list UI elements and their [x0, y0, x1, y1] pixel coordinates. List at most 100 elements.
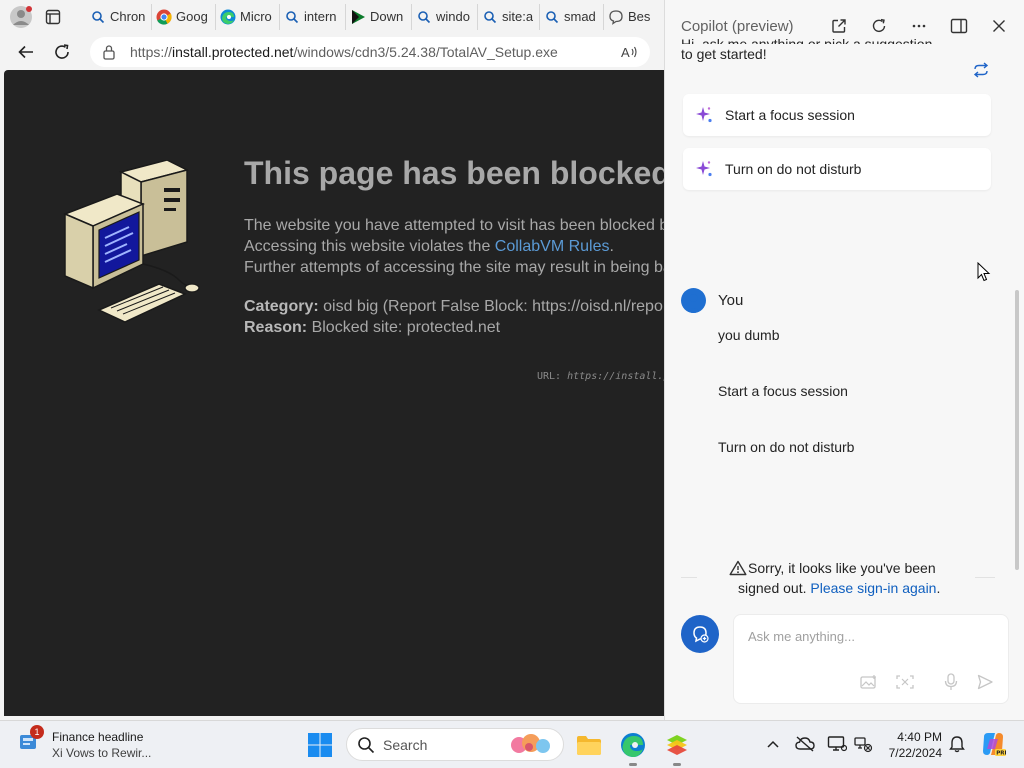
new-topic-button[interactable]	[681, 615, 719, 653]
start-button[interactable]	[307, 732, 333, 758]
browser-tab[interactable]: Down	[346, 3, 412, 30]
copilot-sidebar: Copilot (preview) Hi, ask me anything or…	[664, 0, 1024, 720]
read-aloud-icon[interactable]: A	[620, 44, 638, 60]
message-line: Further attempts of accessing the site m…	[244, 259, 664, 276]
chat-icon	[608, 9, 624, 25]
browser-tab[interactable]: smad	[540, 3, 604, 30]
screenshot-button[interactable]	[894, 671, 916, 693]
browser-tab[interactable]: windo	[412, 3, 478, 30]
chat-scrollbar[interactable]	[1015, 290, 1019, 570]
clock-date: 7/22/2024	[888, 746, 942, 760]
monitor-icon	[827, 736, 847, 752]
browser-tab[interactable]: Chron	[86, 3, 152, 30]
refresh-suggestions-button[interactable]	[969, 58, 993, 82]
tab-label: intern	[304, 9, 337, 24]
browser-tab[interactable]: Micro	[216, 3, 280, 30]
blocked-url: URL: https://install.p	[537, 371, 664, 382]
image-icon	[860, 675, 876, 689]
avatar	[681, 288, 706, 313]
svg-text:PRE: PRE	[996, 751, 1006, 757]
chevron-up-icon	[767, 740, 779, 748]
address-bar-row: https://install.protected.net/windows/cd…	[0, 33, 664, 70]
network-tray-button[interactable]	[852, 733, 874, 755]
copilot-icon: PRE	[983, 733, 1006, 757]
user-message: Turn on do not disturb	[718, 439, 855, 455]
divider	[975, 577, 995, 578]
browser-tab[interactable]: Goog	[152, 3, 216, 30]
page-title: This page has been blocked	[244, 155, 664, 191]
send-icon	[977, 674, 993, 690]
screenshot-icon	[896, 675, 914, 689]
suggestion-label: Start a focus session	[725, 107, 855, 123]
copilot-title: Copilot (preview)	[681, 17, 794, 35]
tab-actions-button[interactable]	[38, 2, 68, 32]
close-sidebar-button[interactable]	[979, 6, 1019, 46]
display-tray-button[interactable]	[826, 733, 848, 755]
tab-label: Micro	[240, 9, 272, 24]
user-icon	[686, 294, 701, 313]
copilot-taskbar-button[interactable]: PRE	[980, 731, 1006, 757]
widgets-icon: 1	[18, 725, 44, 753]
tab-strip: Chron Goog Micro intern Down windo site:…	[0, 0, 664, 33]
app-taskbar-button[interactable]	[662, 730, 692, 766]
computer-illustration	[59, 159, 204, 335]
onedrive-tray-button[interactable]	[794, 733, 816, 755]
microphone-icon	[944, 673, 958, 690]
edge-icon	[220, 9, 236, 25]
folder-icon	[577, 736, 601, 755]
tab-label: Chron	[110, 9, 146, 24]
sparkle-icon	[696, 107, 712, 123]
taskbar-search[interactable]: Search	[346, 728, 564, 761]
rules-link[interactable]: CollabVM Rules	[495, 238, 610, 255]
back-button[interactable]	[8, 36, 44, 68]
search-icon	[284, 9, 300, 25]
notifications-button[interactable]	[946, 733, 968, 755]
news-text: Finance headline Xi Vows to Rewir...	[52, 730, 152, 760]
taskbar: 1 Finance headline Xi Vows to Rewir... S…	[0, 720, 1024, 768]
search-icon	[482, 9, 498, 25]
tab-label: Goog	[176, 9, 208, 24]
send-button[interactable]	[974, 671, 996, 693]
tab-label: smad	[564, 9, 596, 24]
url-field[interactable]: https://install.protected.net/windows/cd…	[90, 36, 650, 67]
mouse-cursor-icon	[977, 262, 991, 282]
network-disconnected-icon	[854, 737, 873, 753]
tab-label: windo	[436, 9, 470, 24]
add-image-button[interactable]	[858, 671, 880, 693]
clock-time: 4:40 PM	[897, 730, 942, 744]
search-highlight-icon	[511, 734, 550, 753]
chat-input[interactable]	[748, 629, 988, 644]
swap-icon	[973, 62, 989, 78]
system-clock[interactable]: 4:40 PM 7/22/2024	[880, 729, 942, 761]
webpage-viewport: This page has been blocked The website y…	[4, 70, 664, 716]
suggestion-button[interactable]: Turn on do not disturb	[683, 148, 991, 190]
show-hidden-icons-button[interactable]	[762, 733, 784, 755]
notification-badge: 1	[30, 725, 44, 739]
warning-icon	[729, 560, 747, 576]
profile-button[interactable]	[6, 2, 36, 32]
reason-row: Reason: Blocked site: protected.net	[244, 319, 501, 336]
browser-tab[interactable]: site:a	[478, 3, 540, 30]
tab-label: Bes	[628, 9, 651, 24]
sparkle-icon	[696, 161, 712, 177]
browser-tab[interactable]: intern	[280, 3, 346, 30]
refresh-icon	[872, 18, 886, 32]
tab-label: site:a	[502, 9, 534, 24]
user-message: Start a focus session	[718, 383, 848, 399]
browser-tab[interactable]: Bes	[604, 4, 664, 30]
cloud-offline-icon	[795, 736, 815, 752]
tab-label: Down	[370, 9, 404, 24]
bluestacks-icon	[667, 735, 687, 755]
user-name: You	[718, 292, 744, 309]
voice-input-button[interactable]	[940, 671, 962, 693]
url-text: https://install.protected.net/windows/cd…	[130, 43, 558, 60]
sign-in-link[interactable]: Please sign-in again	[810, 580, 936, 596]
suggestion-button[interactable]: Start a focus session	[683, 94, 991, 136]
user-header: You	[681, 288, 743, 313]
news-widget[interactable]: 1 Finance headline Xi Vows to Rewir...	[18, 725, 152, 761]
edge-taskbar-button[interactable]	[618, 730, 648, 766]
refresh-button[interactable]	[44, 36, 80, 68]
chat-input-container	[733, 614, 1009, 704]
file-explorer-button[interactable]	[574, 730, 604, 760]
bell-icon	[949, 736, 965, 753]
